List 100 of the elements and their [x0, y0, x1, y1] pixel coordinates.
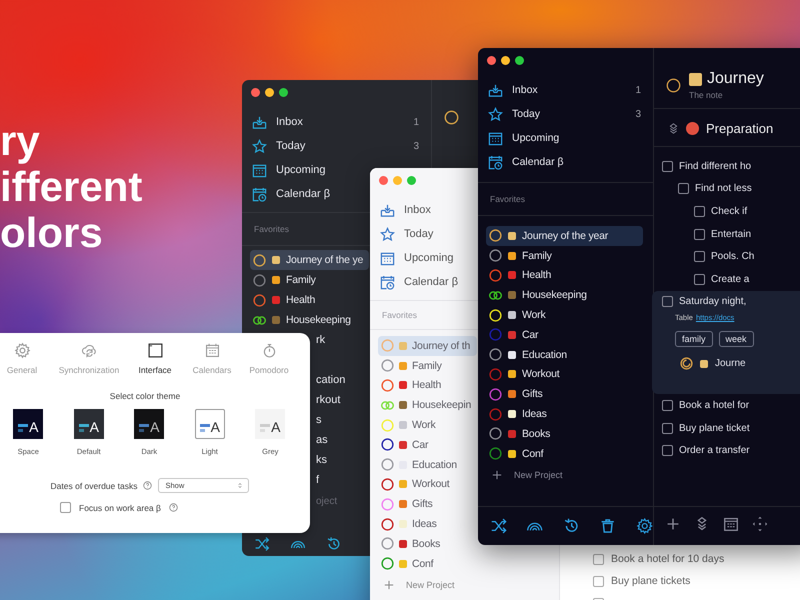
- history-icon[interactable]: [326, 536, 342, 552]
- project-item[interactable]: f: [316, 470, 322, 490]
- field-label: Dates of overdue tasks: [50, 480, 138, 490]
- project-item[interactable]: Family: [486, 246, 643, 266]
- calendar-icon[interactable]: [722, 515, 740, 533]
- theme-preview[interactable]: A: [194, 409, 225, 439]
- project-item[interactable]: Workout: [486, 364, 643, 384]
- nav-item[interactable]: Today 3: [252, 134, 423, 158]
- nav-item[interactable]: Calendar β: [252, 182, 334, 206]
- project-item[interactable]: Journey of the ye: [250, 250, 369, 270]
- project-item[interactable]: Family: [378, 356, 477, 376]
- checkbox[interactable]: [593, 554, 604, 564]
- layers-icon[interactable]: [668, 123, 679, 134]
- project-icon: [399, 342, 407, 350]
- nav-item[interactable]: Upcoming: [380, 246, 458, 270]
- project-item[interactable]: Housekeepin: [378, 395, 477, 416]
- history-icon[interactable]: [562, 517, 580, 535]
- move-icon[interactable]: [751, 515, 769, 533]
- tag[interactable]: week: [718, 331, 754, 348]
- minimize-button[interactable]: [265, 88, 274, 97]
- task-text: Buy plane ticket: [679, 422, 750, 434]
- nav-item[interactable]: Upcoming: [488, 126, 645, 150]
- zoom-button[interactable]: [515, 56, 524, 65]
- project-item[interactable]: Conf: [378, 554, 477, 574]
- project-item[interactable]: Gifts: [486, 384, 643, 404]
- theme-preview[interactable]: A: [13, 409, 44, 439]
- project-item[interactable]: Books: [378, 534, 477, 554]
- shuffle-icon[interactable]: [490, 517, 508, 535]
- project-ring-icon: [444, 110, 459, 125]
- checkbox[interactable]: [662, 296, 673, 308]
- project-item[interactable]: rkout: [316, 390, 344, 410]
- theme-preview[interactable]: A: [255, 409, 286, 439]
- help-icon[interactable]: [143, 481, 152, 490]
- project-item[interactable]: ks: [316, 450, 330, 470]
- updown-icon: [238, 482, 242, 489]
- checkbox[interactable]: [694, 251, 705, 262]
- settings-icon[interactable]: [14, 342, 30, 359]
- project-icon: [508, 311, 516, 320]
- project-item[interactable]: Housekeeping: [250, 310, 369, 330]
- nav-item[interactable]: Inbox 1: [252, 110, 423, 134]
- plus-icon: [492, 470, 502, 480]
- close-button[interactable]: [379, 176, 388, 185]
- theme-preview[interactable]: A: [74, 409, 104, 439]
- checkbox[interactable]: [694, 274, 705, 285]
- project-item[interactable]: Health: [378, 376, 477, 396]
- project-item[interactable]: rk: [316, 330, 328, 350]
- project-item[interactable]: as: [316, 430, 331, 450]
- project-item[interactable]: s: [316, 410, 324, 430]
- project-item[interactable]: Health: [486, 266, 643, 286]
- theme-preview[interactable]: A: [134, 409, 164, 439]
- checkbox[interactable]: [694, 228, 705, 240]
- section-label: Favorites: [478, 182, 653, 216]
- project-item[interactable]: Health: [250, 290, 369, 310]
- project-item[interactable]: Car: [378, 434, 477, 455]
- trash-icon[interactable]: [599, 517, 617, 535]
- inbox-icon: [380, 202, 395, 218]
- shuffle-icon[interactable]: [254, 536, 270, 552]
- project-icon: [272, 316, 280, 324]
- checkbox[interactable]: [60, 502, 71, 513]
- calendar-icon: [204, 342, 220, 359]
- nav-item[interactable]: Inbox 1: [488, 78, 645, 102]
- settings-icon[interactable]: [636, 517, 654, 535]
- project-item[interactable]: Ideas: [486, 404, 643, 424]
- project-item[interactable]: Education: [378, 454, 477, 475]
- tag[interactable]: family: [675, 331, 713, 348]
- project-item[interactable]: Work: [378, 415, 477, 435]
- new-project-link[interactable]: New Project: [514, 470, 563, 480]
- checkbox[interactable]: [694, 206, 705, 217]
- close-button[interactable]: [251, 88, 260, 97]
- settings-tab[interactable]: Interface: [124, 342, 186, 375]
- checkbox[interactable]: [593, 576, 604, 586]
- project-item[interactable]: Gifts: [378, 494, 477, 514]
- nav-item[interactable]: Today 3: [488, 102, 645, 126]
- zoom-button[interactable]: [279, 88, 288, 97]
- project-item[interactable]: Conf: [486, 444, 643, 464]
- task-text: Create a: [711, 274, 750, 285]
- nav-item[interactable]: Calendar β: [380, 270, 462, 294]
- project-icon: [508, 232, 516, 240]
- project-item[interactable]: Education: [486, 344, 643, 365]
- project-icon: [508, 390, 516, 398]
- calendar-clock-icon: [380, 274, 395, 290]
- checkbox[interactable]: [662, 400, 673, 411]
- checkbox[interactable]: [662, 445, 673, 456]
- project-item[interactable]: Journey of th: [378, 336, 477, 356]
- close-button[interactable]: [487, 56, 496, 65]
- checkbox[interactable]: [662, 422, 673, 434]
- project-item[interactable]: Journey of the year: [486, 226, 643, 246]
- checkbox[interactable]: [662, 160, 673, 172]
- nav-item[interactable]: Calendar β: [488, 150, 645, 174]
- help-icon[interactable]: [168, 503, 178, 512]
- nav-item[interactable]: Upcoming: [252, 158, 330, 182]
- project-item[interactable]: Ideas: [378, 514, 477, 534]
- project-item[interactable]: Family: [250, 270, 369, 290]
- calendar-icon: [252, 162, 267, 178]
- project-item[interactable]: Books: [486, 424, 643, 444]
- minimize-button[interactable]: [501, 56, 510, 65]
- project-icon: [272, 296, 280, 304]
- project-item[interactable]: Workout: [378, 474, 477, 494]
- checkbox[interactable]: [678, 183, 689, 194]
- project-item[interactable]: cation: [316, 370, 348, 390]
